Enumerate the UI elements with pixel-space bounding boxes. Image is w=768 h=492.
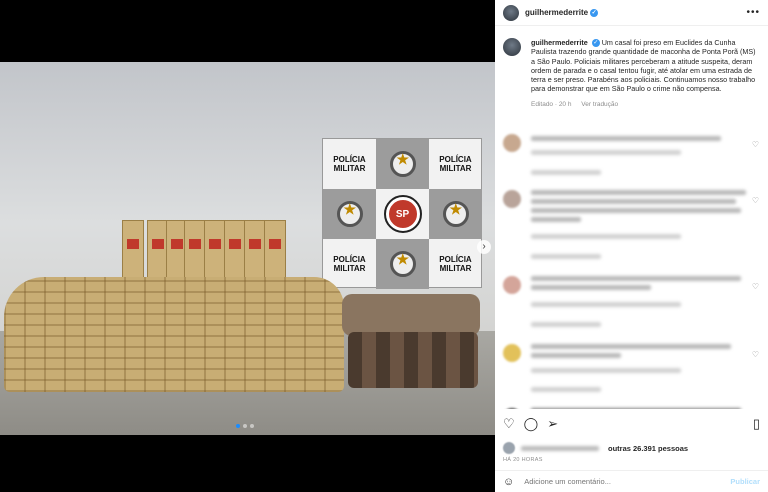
blurred-replies[interactable]	[531, 387, 601, 392]
comments-list[interactable]: ♡ ♡ ♡ ♡	[495, 126, 768, 409]
blurred-comment	[531, 344, 731, 349]
carousel-dot	[236, 424, 240, 428]
avatar[interactable]	[503, 4, 519, 21]
blurred-comment-meta	[531, 234, 681, 239]
blurred-comment	[531, 190, 746, 195]
brick-upright	[244, 220, 266, 278]
star-badge-icon	[389, 251, 416, 277]
carousel-dot	[250, 424, 254, 428]
carousel-dot	[243, 424, 247, 428]
dark-package-top	[342, 294, 480, 336]
avatar[interactable]	[503, 276, 521, 294]
avatar	[503, 442, 515, 454]
sp-seal: SP	[383, 195, 422, 233]
blurred-comment	[531, 199, 736, 204]
more-options-icon[interactable]: •••	[746, 7, 760, 18]
blurred-comment	[531, 208, 741, 213]
board-label: POLÍCIA MILITAR	[439, 255, 472, 273]
edited-label: Editado · 20 h	[531, 100, 572, 108]
likes-count[interactable]: outras 26.391 pessoas	[608, 444, 688, 453]
post-timestamp: HÁ 20 HORAS	[503, 457, 543, 463]
board-badge	[429, 189, 482, 239]
comment-composer: ☺ Publicar	[495, 470, 768, 492]
brick-upright	[122, 220, 144, 278]
blurred-comment	[531, 136, 721, 141]
blurred-replies[interactable]	[531, 322, 601, 327]
board-badge	[376, 139, 429, 189]
blurred-comment	[531, 353, 621, 358]
emoji-icon[interactable]: ☺	[503, 476, 514, 488]
blurred-comment	[531, 217, 581, 222]
blurred-replies[interactable]	[531, 254, 601, 259]
board-label: POLÍCIA MILITAR	[333, 155, 366, 173]
blurred-comment	[531, 285, 651, 290]
likes-summary[interactable]: outras 26.391 pessoas	[503, 442, 688, 454]
post-actions: ♡ ◯ ➢ ▯	[495, 414, 768, 434]
comment-input[interactable]	[524, 477, 731, 486]
bookmark-icon[interactable]: ▯	[753, 417, 760, 431]
carousel-dots	[236, 424, 254, 428]
blurred-comment-meta	[531, 368, 681, 373]
caption-username[interactable]: guilhermederrite	[531, 38, 588, 47]
comment-icon[interactable]: ◯	[524, 417, 539, 431]
caption: guilhermederrite ✓ Um casal foi preso em…	[495, 26, 768, 109]
brick-upright	[184, 220, 206, 278]
caption-avatar[interactable]	[503, 38, 521, 56]
heart-icon[interactable]: ♡	[752, 282, 759, 291]
carousel-next-button[interactable]: ›	[477, 240, 491, 254]
see-translation-link[interactable]: Ver tradução	[581, 101, 618, 108]
blurred-comment-meta	[531, 150, 681, 155]
caption-text: Um casal foi preso em Euclides da Cunha …	[531, 38, 756, 94]
avatar[interactable]	[503, 344, 521, 362]
board-seal: SP	[376, 189, 429, 239]
header-username[interactable]: guilhermederrite ✓	[525, 8, 599, 17]
verified-icon: ✓	[590, 8, 599, 17]
heart-icon[interactable]: ♡	[752, 140, 759, 149]
board-badge	[323, 189, 376, 239]
brick-upright	[264, 220, 286, 278]
avatar[interactable]	[503, 190, 521, 208]
star-badge-icon	[389, 151, 416, 177]
post-header: guilhermederrite ✓ •••	[495, 0, 768, 26]
share-icon[interactable]: ➢	[547, 417, 558, 431]
heart-icon[interactable]: ♡	[503, 417, 515, 431]
caption-body: guilhermederrite ✓ Um casal foi preso em…	[531, 38, 756, 109]
board-badge	[376, 239, 429, 289]
star-badge-icon	[442, 201, 469, 227]
blurred-comment	[531, 408, 741, 409]
verified-icon: ✓	[591, 39, 600, 48]
dark-package-pile	[348, 332, 478, 388]
brick-upright	[224, 220, 246, 278]
brick-pile	[4, 277, 344, 392]
post-photo[interactable]: POLÍCIA MILITAR POLÍCIA MILITAR SP POLÍC…	[0, 62, 495, 435]
avatar[interactable]	[503, 134, 521, 152]
heart-icon[interactable]: ♡	[752, 350, 759, 359]
heart-icon[interactable]: ♡	[752, 196, 759, 205]
post-media: POLÍCIA MILITAR POLÍCIA MILITAR SP POLÍC…	[0, 0, 495, 492]
avatar[interactable]	[503, 408, 521, 409]
star-badge-icon	[336, 201, 363, 227]
username-text: guilhermederrite	[525, 8, 589, 17]
blurred-comment	[531, 276, 741, 281]
publish-button[interactable]: Publicar	[730, 477, 760, 486]
blurred-liker	[521, 445, 599, 451]
post-side-panel: guilhermederrite ✓ ••• guilhermederrite ✓…	[495, 0, 768, 492]
brick-upright	[204, 220, 226, 278]
blurred-comment-meta	[531, 302, 681, 307]
police-board: POLÍCIA MILITAR POLÍCIA MILITAR SP POLÍC…	[322, 138, 482, 289]
board-label: POLÍCIA MILITAR	[439, 155, 472, 173]
blurred-replies[interactable]	[531, 170, 601, 175]
caption-meta: Editado · 20 h Ver tradução	[531, 100, 756, 109]
